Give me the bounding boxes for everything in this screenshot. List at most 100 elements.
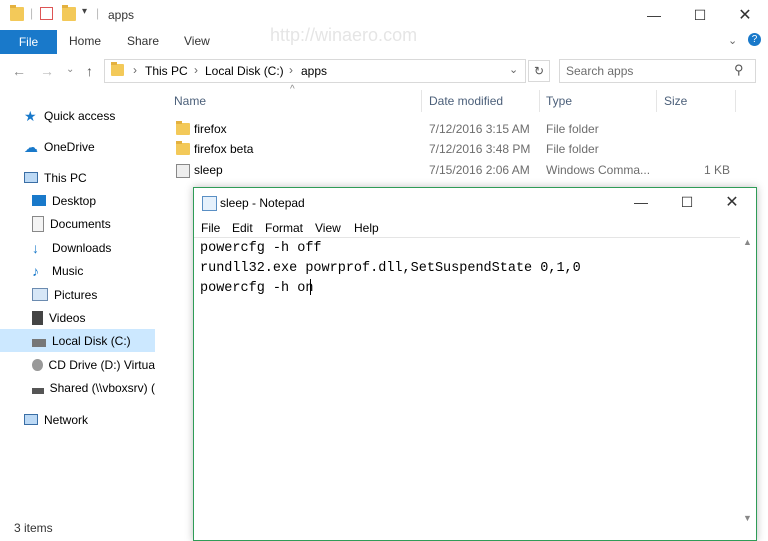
file-date: 7/15/2016 2:06 AM <box>429 163 530 177</box>
nav-local-disk[interactable]: Local Disk (C:) <box>0 329 155 352</box>
search-icon: ⚲ <box>734 62 744 77</box>
file-type: File folder <box>546 142 599 156</box>
nav-music[interactable]: ♪ Music <box>0 259 155 282</box>
breadcrumb-apps[interactable]: apps <box>301 64 327 78</box>
nav-pictures[interactable]: Pictures <box>0 283 155 306</box>
nav-label: CD Drive (D:) Virtua <box>48 357 155 372</box>
folder-icon <box>176 141 190 155</box>
nav-label: Pictures <box>54 287 98 302</box>
videos-icon <box>32 310 43 325</box>
notepad-maximize-button[interactable]: ☐ <box>664 187 710 217</box>
scroll-down-icon[interactable]: ▼ <box>743 513 752 523</box>
column-header-type[interactable]: Type <box>546 94 572 108</box>
folder-icon <box>10 5 24 21</box>
breadcrumb-this-pc[interactable]: This PC <box>145 64 188 78</box>
network-drive-icon <box>32 387 44 394</box>
nav-documents[interactable]: Documents <box>0 212 155 235</box>
download-icon: ↓ <box>32 239 39 256</box>
refresh-button[interactable]: ↻ <box>528 60 550 82</box>
nav-label: Desktop <box>52 193 97 208</box>
menu-format[interactable]: Format <box>265 221 303 235</box>
column-divider[interactable] <box>539 90 540 112</box>
file-date: 7/12/2016 3:48 PM <box>429 142 531 156</box>
file-row[interactable]: firefox 7/12/2016 3:15 AM File folder <box>174 121 734 141</box>
tab-file[interactable]: File <box>0 30 57 54</box>
scroll-up-icon[interactable]: ▲ <box>743 237 752 247</box>
text-line: rundll32.exe powrprof.dll,SetSuspendStat… <box>200 261 581 276</box>
nav-label: Documents <box>50 216 111 231</box>
batch-file-icon <box>176 164 190 178</box>
column-divider[interactable] <box>656 90 657 112</box>
new-folder-icon[interactable] <box>62 5 76 21</box>
menu-view[interactable]: View <box>315 221 341 235</box>
back-button[interactable]: ← <box>12 63 26 79</box>
notepad-vertical-scrollbar[interactable]: ▲ ▼ <box>740 237 754 527</box>
nav-label: This PC <box>44 170 87 185</box>
maximize-button[interactable]: ☐ <box>677 0 723 30</box>
menu-help[interactable]: Help <box>354 221 379 235</box>
tab-share[interactable]: Share <box>127 34 159 48</box>
help-icon[interactable]: ? <box>748 33 761 46</box>
nav-cd-drive[interactable]: CD Drive (D:) Virtua <box>0 353 155 376</box>
nav-label: OneDrive <box>44 139 95 154</box>
tab-home[interactable]: Home <box>69 34 101 48</box>
documents-icon <box>32 215 44 232</box>
nav-videos[interactable]: Videos <box>0 306 155 329</box>
folder-icon <box>176 121 190 135</box>
up-button[interactable]: ↑ <box>86 63 93 79</box>
nav-label: Network <box>44 412 89 427</box>
nav-network[interactable]: Network <box>0 408 155 431</box>
breadcrumb-chevron-icon[interactable]: › <box>289 63 293 77</box>
properties-icon[interactable] <box>40 7 53 20</box>
file-name: sleep <box>194 163 223 177</box>
nav-onedrive[interactable]: ☁ OneDrive <box>0 135 155 158</box>
address-bar[interactable]: › This PC › Local Disk (C:) › apps ⌄ <box>104 59 526 83</box>
nav-shared[interactable]: Shared (\\vboxsrv) ( <box>0 376 155 399</box>
file-type: File folder <box>546 122 599 136</box>
pictures-icon <box>32 288 48 301</box>
notepad-close-button[interactable]: ✕ <box>709 187 755 217</box>
star-icon: ★ <box>24 107 37 124</box>
recent-locations-icon[interactable]: ⌄ <box>66 64 74 75</box>
notepad-icon <box>202 196 217 211</box>
column-header-name[interactable]: Name <box>174 94 206 108</box>
nav-label: Quick access <box>44 108 116 123</box>
nav-downloads[interactable]: ↓ Downloads <box>0 236 155 259</box>
cloud-icon: ☁ <box>24 138 38 155</box>
breadcrumb-chevron-icon[interactable]: › <box>194 63 198 77</box>
window-title: apps <box>108 8 135 22</box>
column-header-size[interactable]: Size <box>664 94 687 108</box>
menu-edit[interactable]: Edit <box>232 221 253 235</box>
folder-icon <box>111 62 124 76</box>
nav-desktop[interactable]: Desktop <box>0 189 155 212</box>
column-header-date[interactable]: Date modified <box>429 94 503 108</box>
forward-button[interactable]: → <box>40 63 54 79</box>
file-name: firefox <box>194 122 227 136</box>
menu-file[interactable]: File <box>201 221 220 235</box>
close-button[interactable]: ✕ <box>722 0 768 30</box>
file-name: firefox beta <box>194 142 254 156</box>
search-placeholder: Search apps <box>566 64 634 78</box>
file-row[interactable]: firefox beta 7/12/2016 3:48 PM File fold… <box>174 141 734 161</box>
nav-label: Music <box>52 263 84 278</box>
tab-view[interactable]: View <box>184 34 210 48</box>
breadcrumb-local-disk[interactable]: Local Disk (C:) <box>205 64 284 78</box>
address-dropdown-icon[interactable]: ⌄ <box>509 63 518 76</box>
column-divider[interactable] <box>421 90 422 112</box>
nav-quick-access[interactable]: ★ Quick access <box>0 104 155 127</box>
nav-this-pc[interactable]: This PC <box>0 166 155 189</box>
notepad-title: sleep - Notepad <box>220 196 305 210</box>
separator: | <box>30 6 34 20</box>
expand-ribbon-icon[interactable]: ⌄ <box>728 34 737 47</box>
file-row[interactable]: sleep 7/15/2016 2:06 AM Windows Comma...… <box>174 162 734 182</box>
quick-access-toolbar-dropdown-icon[interactable]: ▾ <box>82 6 87 17</box>
breadcrumb-chevron-icon[interactable]: › <box>133 63 137 77</box>
notepad-minimize-button[interactable]: — <box>618 187 664 217</box>
computer-icon <box>24 172 38 183</box>
file-date: 7/12/2016 3:15 AM <box>429 122 530 136</box>
text-cursor <box>310 279 311 295</box>
minimize-button[interactable]: — <box>631 0 677 30</box>
network-icon <box>24 414 38 425</box>
column-divider[interactable] <box>735 90 736 112</box>
drive-icon <box>32 338 46 347</box>
